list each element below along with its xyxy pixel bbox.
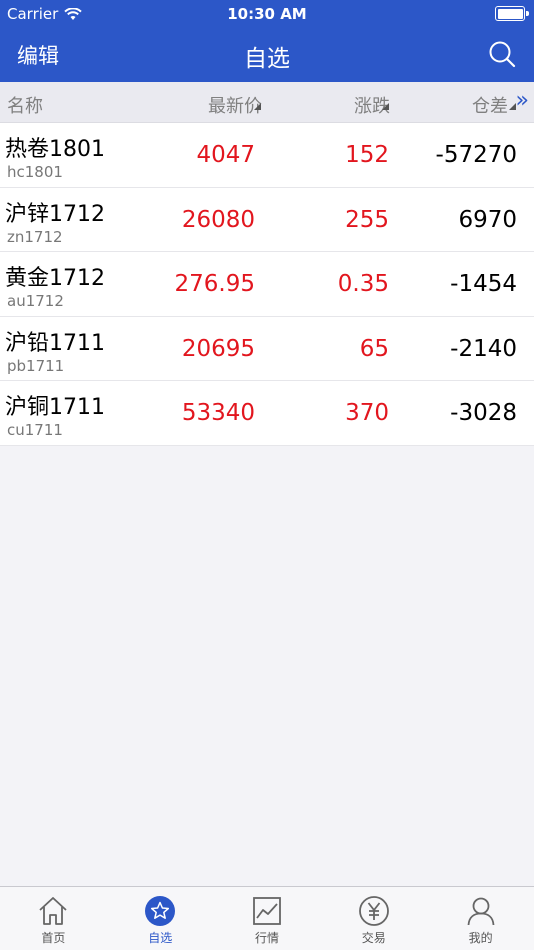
- chart-icon: [253, 897, 281, 925]
- tab-label: 交易: [361, 931, 386, 945]
- contract-code: hc1801: [7, 163, 63, 181]
- contract-name: 沪铅1711: [5, 330, 105, 356]
- tab-bar: 首页 自选 行情 交易 我的: [0, 886, 534, 950]
- tab-label: 行情: [254, 931, 279, 945]
- latest-price: 53340: [181, 400, 255, 426]
- watchlist: 热卷1801 hc1801 4047 152 -57270 沪锌1712 zn1…: [0, 123, 534, 446]
- price-change: 152: [345, 142, 389, 168]
- table-row[interactable]: 沪铜1711 cu1711 53340 370 -3028: [0, 381, 534, 446]
- column-oi-sort[interactable]: 仓差: [472, 92, 508, 118]
- user-icon: [467, 897, 494, 926]
- app-header: Carrier 10:30 AM 编辑 自选: [0, 0, 534, 82]
- open-interest-change: 6970: [458, 206, 517, 233]
- latest-price: 20695: [181, 335, 255, 362]
- tab-profile[interactable]: 我的: [427, 887, 534, 950]
- star-icon: [145, 896, 176, 926]
- price-change: 0.35: [337, 271, 389, 297]
- latest-price: 276.95: [174, 271, 255, 297]
- status-bar: Carrier 10:30 AM: [0, 0, 534, 28]
- contract-name: 黄金1712: [5, 266, 105, 291]
- tab-label: 首页: [41, 931, 66, 945]
- contract-name: 热卷1801: [5, 137, 105, 162]
- open-interest-change: -3028: [450, 400, 517, 426]
- table-row[interactable]: 沪铅1711 pb1711 20695 65 -2140: [0, 317, 534, 381]
- column-header: 名称 最新价 涨跌 仓差 »: [0, 82, 534, 123]
- open-interest-change: -57270: [435, 142, 517, 168]
- price-change: 370: [345, 400, 389, 426]
- latest-price: 4047: [196, 142, 255, 168]
- tab-label: 我的: [468, 931, 493, 945]
- status-time: 10:30 AM: [227, 5, 307, 23]
- open-interest-change: -2140: [450, 335, 517, 362]
- latest-price: 26080: [181, 206, 255, 233]
- table-row[interactable]: 热卷1801 hc1801 4047 152 -57270: [0, 123, 534, 188]
- search-icon[interactable]: [488, 40, 516, 68]
- contract-code: au1712: [7, 292, 64, 310]
- battery-icon: [495, 6, 529, 21]
- sort-indicator-icon: [382, 103, 389, 110]
- contract-code: cu1711: [7, 421, 63, 439]
- page-title: 自选: [244, 46, 290, 72]
- yen-icon: [358, 896, 389, 926]
- home-icon: [39, 897, 68, 925]
- tab-watchlist[interactable]: 自选: [107, 887, 214, 950]
- contract-code: pb1711: [7, 356, 65, 375]
- table-row[interactable]: 黄金1712 au1712 276.95 0.35 -1454: [0, 252, 534, 317]
- open-interest-change: -1454: [450, 271, 517, 297]
- tab-home[interactable]: 首页: [0, 887, 107, 950]
- price-change: 255: [345, 206, 389, 233]
- tab-label: 自选: [148, 931, 173, 945]
- table-row[interactable]: 沪锌1712 zn1712 26080 255 6970: [0, 188, 534, 252]
- sort-indicator-icon: [254, 103, 261, 110]
- tab-market[interactable]: 行情: [214, 887, 321, 950]
- more-columns-chevron-icon[interactable]: »: [516, 88, 529, 113]
- contract-code: zn1712: [7, 227, 63, 246]
- tab-trade[interactable]: 交易: [320, 887, 427, 950]
- price-change: 65: [359, 335, 389, 362]
- contract-name: 沪锌1712: [5, 201, 105, 227]
- contract-name: 沪铜1711: [5, 395, 105, 420]
- column-name: 名称: [7, 96, 43, 117]
